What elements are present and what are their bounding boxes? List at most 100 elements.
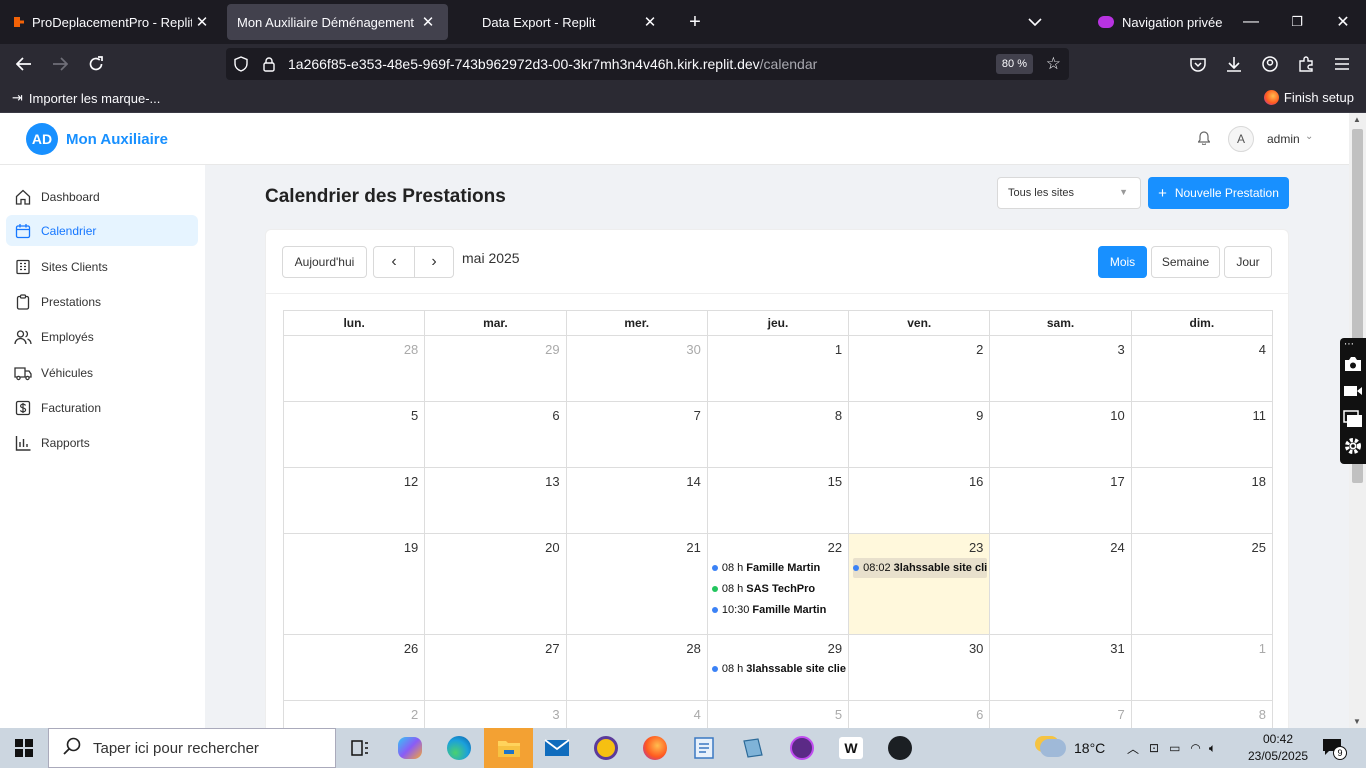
calendar-day-cell[interactable]: 5 [282, 401, 426, 468]
view-month-button[interactable]: Mois [1098, 246, 1147, 278]
calendar-day-cell[interactable]: 3 [989, 335, 1132, 402]
calendar-day-cell[interactable]: 2308:023lahssable site client [848, 533, 991, 635]
scroll-up-arrow-icon[interactable]: ▲ [1353, 115, 1361, 124]
extensions-icon[interactable] [1288, 44, 1324, 84]
sidebar-item-rapports[interactable]: Rapports [6, 427, 198, 458]
day-number[interactable]: 28 [284, 336, 424, 357]
github-icon[interactable] [876, 728, 924, 768]
day-number[interactable]: 17 [990, 468, 1130, 489]
calendar-day-cell[interactable]: 15 [706, 467, 850, 534]
bell-icon[interactable] [1197, 131, 1211, 148]
day-number[interactable]: 30 [849, 635, 989, 656]
calendar-day-cell[interactable]: 27 [424, 634, 567, 701]
calendar-day-cell[interactable]: 6 [848, 700, 991, 728]
calendar-day-cell[interactable]: 7 [989, 700, 1132, 728]
close-tab-icon[interactable]: ✕ [640, 13, 660, 31]
calendar-event[interactable]: 08 h 3lahssable site client [711, 659, 846, 679]
day-number[interactable]: 2 [284, 701, 424, 722]
notifications-icon[interactable]: 9 [1322, 738, 1347, 760]
day-number[interactable]: 1 [708, 336, 848, 357]
shield-icon[interactable] [226, 56, 256, 72]
day-number[interactable]: 9 [849, 402, 989, 423]
restore-window-icon[interactable]: ❐ [1282, 0, 1312, 44]
calendar-day-cell[interactable]: 7 [565, 401, 708, 468]
calendar-day-cell[interactable]: 13 [424, 467, 567, 534]
day-number[interactable]: 21 [567, 534, 707, 555]
edge-browser-icon[interactable] [435, 728, 483, 768]
prev-month-button[interactable]: ‹ [373, 246, 415, 278]
day-number[interactable]: 8 [708, 402, 848, 423]
day-number[interactable]: 28 [567, 635, 707, 656]
sidebar-item-employes[interactable]: Employés [6, 321, 198, 352]
battery-icon[interactable]: ▭ [1169, 741, 1180, 755]
day-number[interactable]: 26 [284, 635, 424, 656]
calendar-event[interactable]: 08 h SAS TechPro [711, 579, 846, 599]
day-number[interactable]: 18 [1132, 468, 1272, 489]
menu-hamburger-icon[interactable] [1324, 44, 1360, 84]
task-view-icon[interactable] [336, 728, 384, 768]
day-number[interactable]: 4 [567, 701, 707, 722]
calendar-day-cell[interactable]: 29 [424, 335, 567, 402]
calendar-day-cell[interactable]: 6 [424, 401, 567, 468]
firefox-taskbar-icon[interactable] [631, 728, 679, 768]
day-number[interactable]: 24 [990, 534, 1130, 555]
sidebar-item-vehicules[interactable]: Véhicules [6, 357, 198, 388]
norton-vpn-icon[interactable] [582, 728, 630, 768]
calendar-day-cell[interactable]: 10 [989, 401, 1132, 468]
account-icon[interactable] [1252, 44, 1288, 84]
camera-icon[interactable] [1343, 356, 1363, 377]
meet-now-icon[interactable]: ⊡ [1149, 741, 1159, 755]
taskbar-search-box[interactable]: Taper ici pour rechercher [48, 728, 336, 768]
calendar-day-cell[interactable]: 4 [1130, 335, 1274, 402]
calendar-day-cell[interactable]: 3 [424, 700, 567, 728]
calendar-day-cell[interactable]: 14 [565, 467, 708, 534]
tab-prodeplacement[interactable]: ProDeplacementPro - Replit ✕ [4, 4, 222, 40]
close-tab-icon[interactable]: ✕ [192, 13, 212, 31]
day-number[interactable]: 27 [425, 635, 565, 656]
calendar-day-cell[interactable]: 2 [848, 335, 991, 402]
calendar-day-cell[interactable]: 24 [989, 533, 1132, 635]
screens-icon[interactable] [1343, 410, 1363, 433]
day-number[interactable]: 16 [849, 468, 989, 489]
calendar-event[interactable]: 08 h Famille Martin [711, 558, 846, 578]
calendar-day-cell[interactable]: 29 08 h 3lahssable site client [706, 634, 850, 701]
back-arrow-icon[interactable] [6, 44, 42, 84]
day-number[interactable]: 3 [990, 336, 1130, 357]
calendar-day-cell[interactable]: 1 [1130, 634, 1274, 701]
reload-icon[interactable] [78, 44, 114, 84]
day-number[interactable]: 3 [425, 701, 565, 722]
day-number[interactable]: 7 [990, 701, 1130, 722]
pocket-icon[interactable] [1180, 44, 1216, 84]
calendar-day-cell[interactable]: 28 [282, 335, 426, 402]
day-number[interactable]: 31 [990, 635, 1130, 656]
video-camera-icon[interactable] [1343, 384, 1363, 403]
calendar-day-cell[interactable]: 1 [706, 335, 850, 402]
day-number[interactable]: 11 [1132, 402, 1272, 423]
calendar-day-cell[interactable]: 4 [565, 700, 708, 728]
tab-list-chevron-icon[interactable] [1020, 0, 1050, 44]
day-number[interactable]: 14 [567, 468, 707, 489]
day-number[interactable]: 12 [284, 468, 424, 489]
calendar-day-cell[interactable]: 30 [848, 634, 991, 701]
sidebar-item-sites-clients[interactable]: Sites Clients [6, 251, 198, 282]
app-blue-book-icon[interactable] [729, 728, 777, 768]
minimize-window-icon[interactable]: — [1236, 0, 1266, 44]
wix-icon[interactable]: W [827, 728, 875, 768]
new-prestation-button[interactable]: + Nouvelle Prestation [1148, 177, 1289, 209]
day-number[interactable]: 4 [1132, 336, 1272, 357]
new-tab-icon[interactable]: + [680, 0, 710, 44]
chevron-down-icon[interactable]: ⌄ [1305, 131, 1313, 142]
avatar[interactable]: A [1228, 126, 1254, 152]
calendar-day-cell[interactable]: 11 [1130, 401, 1274, 468]
day-number[interactable]: 6 [425, 402, 565, 423]
link-more-icon[interactable]: ⋯ [1344, 339, 1354, 350]
address-bar[interactable]: 1a266f85-e353-48e5-969f-743b962972d3-00-… [226, 48, 1069, 80]
calendar-day-cell[interactable]: 2 [282, 700, 426, 728]
day-number[interactable]: 29 [425, 336, 565, 357]
today-button[interactable]: Aujourd'hui [282, 246, 367, 278]
settings-gear-icon[interactable] [1343, 436, 1363, 461]
user-name[interactable]: admin [1267, 132, 1300, 146]
finish-setup-link[interactable]: Finish setup [1263, 90, 1354, 105]
day-number[interactable]: 2 [849, 336, 989, 357]
calendar-day-cell[interactable]: 31 [989, 634, 1132, 701]
